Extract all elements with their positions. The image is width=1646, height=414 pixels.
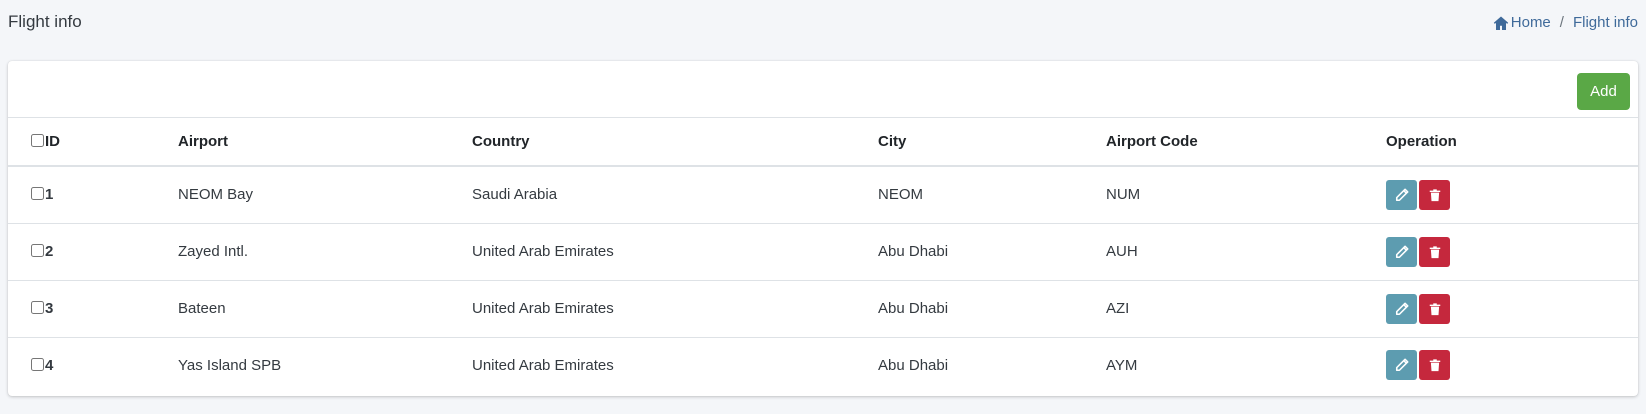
trash-icon — [1429, 359, 1440, 372]
delete-button[interactable] — [1419, 293, 1450, 324]
cell-city: Abu Dhabi — [878, 356, 949, 374]
page-header: Flight info Home / Flight info — [0, 0, 1646, 60]
table-header-row: ID Airport Country City Airport Code Ope… — [8, 118, 1638, 167]
column-header-city: City — [878, 118, 1106, 167]
edit-button[interactable] — [1386, 350, 1417, 381]
column-header-airport: Airport — [178, 118, 472, 167]
card-header: Add — [8, 61, 1638, 118]
breadcrumb-current: Flight info — [1572, 14, 1638, 31]
cell-airport-code: AYM — [1106, 356, 1138, 374]
row-checkbox[interactable] — [31, 357, 44, 371]
home-icon — [1493, 16, 1508, 30]
cell-city: Abu Dhabi — [878, 223, 1106, 281]
cell-operation — [1386, 337, 1638, 393]
page-title: Flight info — [8, 12, 82, 31]
pencil-icon — [1395, 188, 1408, 201]
edit-button[interactable] — [1386, 293, 1417, 324]
row-checkbox[interactable] — [31, 244, 44, 257]
row-checkbox[interactable] — [31, 301, 44, 314]
flight-info-card: Add ID Airport Country City Airport Code… — [8, 61, 1638, 396]
cell-airport: Bateen — [178, 280, 472, 338]
cell-airport-code: AZI — [1106, 280, 1386, 338]
breadcrumb: Home / Flight info — [1493, 14, 1638, 31]
pencil-icon — [1395, 302, 1408, 315]
cell-city: Abu Dhabi — [878, 280, 1106, 338]
cell-id: 2 — [8, 223, 178, 281]
cell-country: United Arab Emirates — [472, 356, 614, 374]
delete-button[interactable] — [1419, 350, 1450, 381]
table-row: 3 Bateen United Arab Emirates Abu Dhabi … — [8, 280, 1638, 338]
cell-operation — [1386, 166, 1638, 224]
row-id: 3 — [45, 300, 54, 317]
trash-icon — [1429, 302, 1440, 315]
column-header-country: Country — [472, 118, 878, 167]
delete-button[interactable] — [1419, 179, 1450, 210]
row-checkbox[interactable] — [31, 187, 44, 201]
pencil-icon — [1395, 358, 1408, 372]
row-id: 2 — [45, 243, 54, 260]
delete-button[interactable] — [1419, 236, 1450, 267]
pencil-icon — [1395, 245, 1408, 258]
cell-airport: NEOM Bay — [178, 166, 472, 224]
row-id: 4 — [45, 356, 54, 374]
breadcrumb-home-label: Home — [1510, 14, 1551, 31]
cell-operation — [1386, 280, 1638, 338]
cell-airport: Zayed Intl. — [178, 223, 472, 281]
cell-airport: Yas Island SPB — [178, 356, 282, 374]
column-header-airport-code: Airport Code — [1106, 118, 1386, 167]
table-row: 2 Zayed Intl. United Arab Emirates Abu D… — [8, 223, 1638, 281]
cell-country: Saudi Arabia — [472, 166, 878, 224]
cell-city: NEOM — [878, 166, 1106, 224]
cell-id: 3 — [8, 280, 178, 338]
cell-airport-code: AUH — [1106, 223, 1386, 281]
column-header-id: ID — [8, 118, 178, 167]
cell-country: United Arab Emirates — [472, 280, 878, 338]
trash-icon — [1429, 189, 1440, 201]
breadcrumb-separator: / — [1559, 14, 1564, 31]
row-id: 1 — [45, 186, 54, 204]
add-button[interactable]: Add — [1577, 73, 1630, 110]
airport-table: ID Airport Country City Airport Code Ope… — [8, 118, 1638, 393]
edit-button[interactable] — [1386, 179, 1417, 210]
column-header-id-label: ID — [45, 133, 60, 150]
cell-id: 1 — [8, 166, 178, 224]
select-all-checkbox[interactable] — [31, 134, 44, 147]
cell-operation — [1386, 223, 1638, 281]
cell-country: United Arab Emirates — [472, 223, 878, 281]
table-row: 4 Yas Island SPB United Arab Emirates Ab… — [8, 337, 1638, 393]
breadcrumb-home-link[interactable]: Home — [1493, 14, 1551, 31]
column-header-operation: Operation — [1386, 118, 1638, 167]
table-row: 1 NEOM Bay Saudi Arabia NEOM NUM — [8, 166, 1638, 224]
edit-button[interactable] — [1386, 236, 1417, 267]
cell-airport-code: NUM — [1106, 166, 1386, 224]
cell-id: 4 — [8, 337, 178, 393]
trash-icon — [1429, 245, 1440, 258]
